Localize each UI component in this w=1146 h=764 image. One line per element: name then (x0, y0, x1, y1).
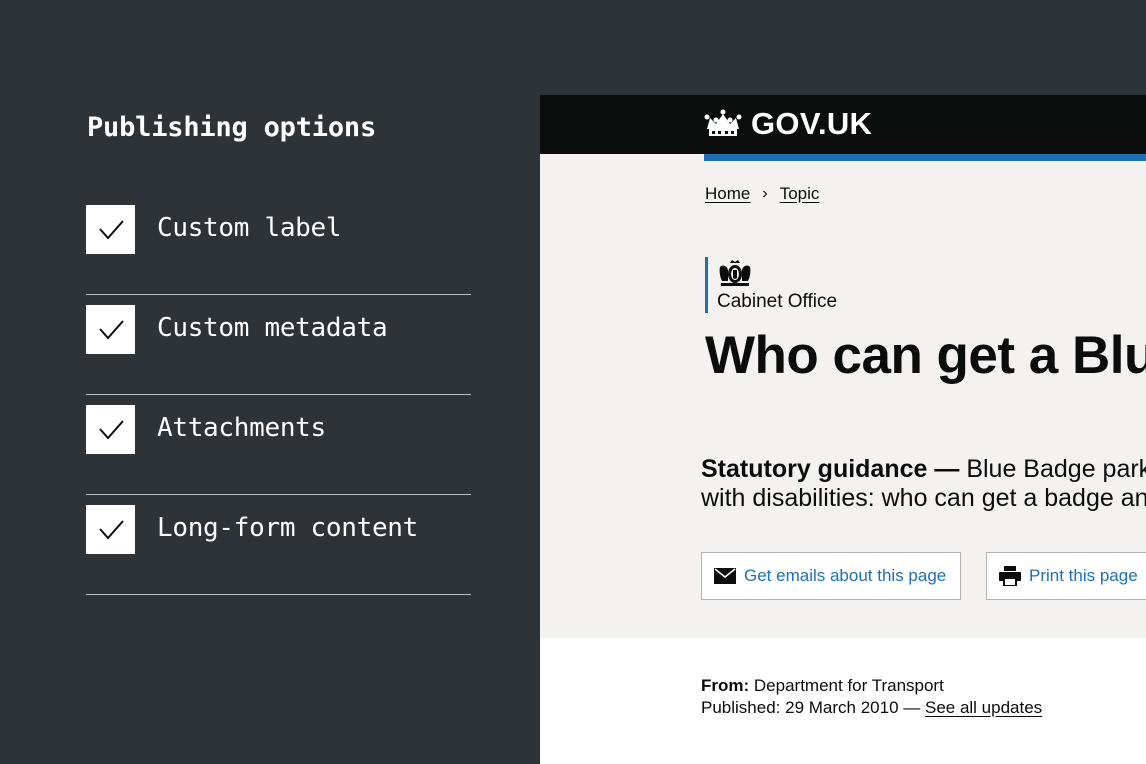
option-label: Custom metadata (157, 313, 388, 343)
get-emails-label: Get emails about this page (744, 566, 947, 585)
organisation-logo[interactable]: Cabinet Office (705, 257, 837, 313)
printer-icon (999, 566, 1021, 586)
govuk-header: GOV.UK (540, 95, 1146, 154)
checkmark-icon (99, 420, 124, 440)
option-custom-metadata[interactable]: Custom metadata (86, 295, 471, 395)
checkmark-icon (99, 320, 124, 340)
option-attachments[interactable]: Attachments (86, 395, 471, 495)
print-page-label: Print this page (1029, 566, 1138, 585)
summary-text-line2: with disabilities: who can get a badge a… (701, 484, 1146, 512)
panel-title: Publishing options (87, 112, 376, 143)
crown-icon (704, 109, 742, 136)
checkbox[interactable] (86, 205, 135, 254)
checkbox[interactable] (86, 505, 135, 554)
page-title: Who can get a Blue (705, 326, 1146, 385)
govuk-logo-link[interactable]: GOV.UK (703, 106, 873, 141)
checkmark-icon (99, 520, 124, 540)
checkbox[interactable] (86, 305, 135, 354)
from-label: From: (701, 676, 750, 695)
envelope-icon (714, 568, 736, 584)
page-summary: Statutory guidance — Blue Badge park wit… (701, 455, 1146, 513)
govuk-logo-text: GOV.UK (751, 106, 873, 141)
breadcrumb-topic-link[interactable]: Topic (780, 184, 820, 204)
chevron-right-icon: › (762, 185, 768, 202)
summary-text-line1: Blue Badge park (959, 455, 1146, 483)
published-date: Published: 29 March 2010 — (701, 698, 921, 717)
print-page-button[interactable]: Print this page (986, 552, 1146, 600)
option-label: Long-form content (157, 513, 419, 543)
document-metadata: From: Department for Transport Published… (701, 675, 1042, 719)
organisation-name: Cabinet Office (717, 291, 838, 312)
from-value: Department for Transport (753, 676, 944, 695)
breadcrumb-home-link[interactable]: Home (705, 184, 750, 204)
option-custom-label[interactable]: Custom label (86, 195, 471, 295)
option-label: Attachments (157, 413, 326, 443)
breadcrumb: Home › Topic (705, 184, 819, 204)
see-all-updates-link[interactable]: See all updates (925, 698, 1042, 717)
checkmark-icon (99, 220, 124, 240)
royal-crest-icon (719, 260, 751, 286)
header-blue-bar (704, 154, 1146, 161)
get-emails-button[interactable]: Get emails about this page (701, 552, 961, 600)
option-label: Custom label (157, 213, 342, 243)
checkbox[interactable] (86, 405, 135, 454)
option-long-form-content[interactable]: Long-form content (86, 495, 471, 595)
govuk-page-preview: GOV.UK Home › Topic Cabinet Office Who c… (540, 95, 1146, 764)
document-type: Statutory guidance — (701, 455, 960, 483)
